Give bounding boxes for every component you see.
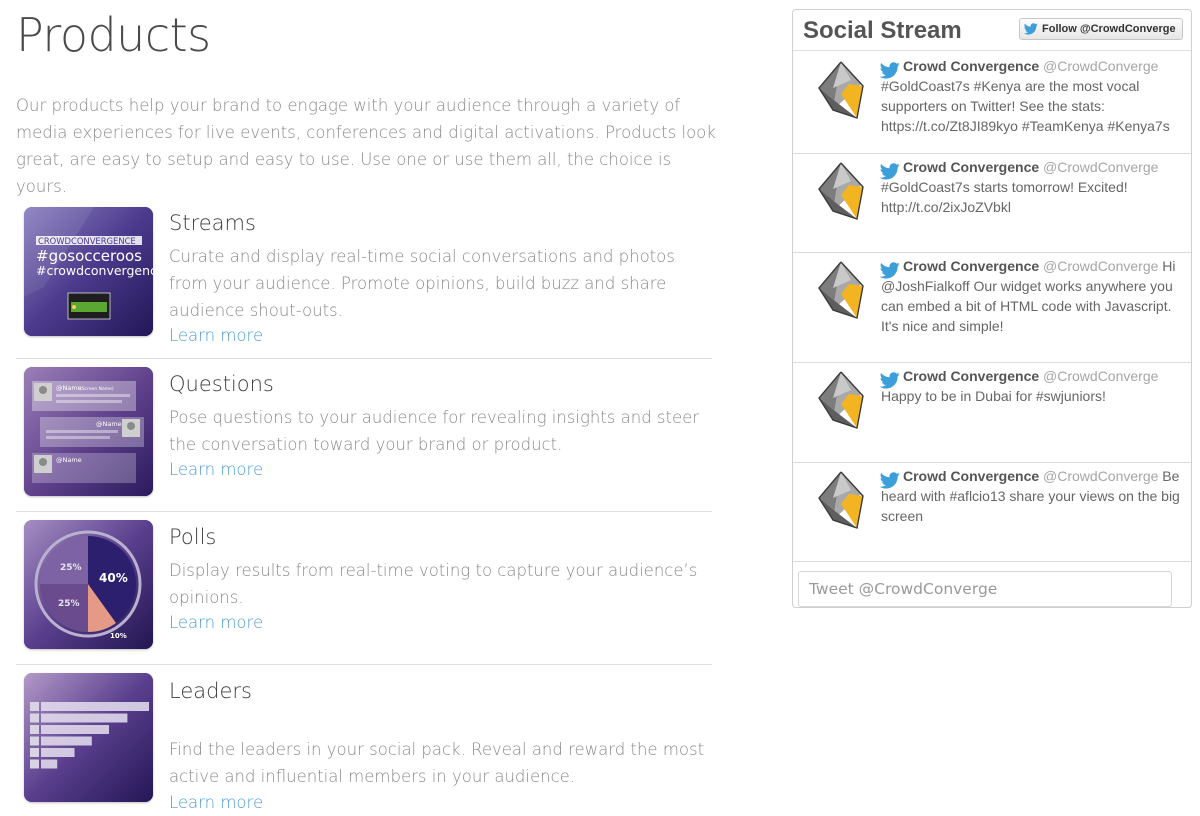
product-description: Find the leaders in your social pack. Re… — [169, 740, 705, 786]
tweet-body: Crowd Convergence @CrowdConverge #GoldCo… — [881, 157, 1181, 217]
tweet-text: #GoldCoast7s #Kenya are the most vocal s… — [881, 78, 1170, 134]
twitter-bird-icon — [1024, 23, 1038, 35]
thumb-name-3: @Name — [56, 456, 82, 464]
follow-button-label: Follow @CrowdConverge — [1042, 23, 1176, 35]
questions-thumbnail[interactable]: @Name (Screen Name) @Name @Name — [24, 367, 153, 496]
leaders-thumbnail[interactable] — [24, 673, 153, 802]
polls-thumbnail[interactable]: 25% 25% 40% 10% — [24, 520, 153, 649]
product-title: Leaders — [169, 679, 252, 703]
product-streams: CROWDCONVERGENCE #gosocceroos #crowdconv… — [16, 197, 712, 359]
learn-more-link[interactable]: Learn more — [169, 793, 263, 812]
tweet-author-handle[interactable]: @CrowdConverge — [1043, 368, 1158, 384]
product-title: Polls — [169, 525, 217, 549]
tweet-item[interactable]: Crowd Convergence @CrowdConverge Hi @Jos… — [793, 252, 1191, 363]
page-title: Products — [16, 8, 211, 62]
learn-more-link[interactable]: Learn more — [169, 326, 263, 345]
tweet-author-handle[interactable]: @CrowdConverge — [1043, 58, 1158, 74]
tweet-item[interactable]: Crowd Convergence @CrowdConverge #GoldCo… — [793, 52, 1191, 154]
crowdconvergence-logo-avatar[interactable] — [811, 58, 869, 122]
product-description: Pose questions to your audience for reve… — [169, 408, 700, 454]
thumb-brand-text: CROWDCONVERGENCE — [38, 236, 136, 246]
tweet-author-handle[interactable]: @CrowdConverge — [1043, 468, 1158, 484]
leader-avatar-icon — [30, 702, 39, 711]
leader-avatar-icon — [30, 759, 39, 769]
social-stream-title: Social Stream — [803, 17, 962, 44]
poll-slice-b: 25% — [58, 599, 80, 609]
product-polls: 25% 25% 40% 10% Polls Display results fr… — [16, 511, 712, 665]
tweet-item[interactable]: Crowd Convergence @CrowdConverge Happy t… — [793, 362, 1191, 463]
leader-avatar-icon — [30, 736, 39, 746]
leader-bar — [41, 713, 128, 723]
thumb-name-1: @Name — [56, 384, 82, 392]
intro-text: Our products help your brand to engage w… — [16, 96, 716, 196]
leader-bar — [41, 736, 92, 746]
social-stream-widget: Social Stream Follow @CrowdConverge Crow… — [792, 9, 1192, 608]
tweet-body: Crowd Convergence @CrowdConverge Hi @Jos… — [881, 256, 1181, 336]
tweet-item[interactable]: Crowd Convergence @CrowdConverge #GoldCo… — [793, 153, 1191, 253]
tweet-item[interactable]: Crowd Convergence @CrowdConverge Be hear… — [793, 462, 1191, 562]
tweet-author-name[interactable]: Crowd Convergence — [903, 368, 1039, 384]
thumb-tag-2: #crowdconvergence — [36, 263, 153, 278]
thumb-name-1-sub: (Screen Name) — [80, 386, 114, 392]
leader-avatar-icon — [30, 748, 39, 757]
tweet-author-name[interactable]: Crowd Convergence — [903, 468, 1039, 484]
product-description: Display results from real-time voting to… — [169, 561, 698, 607]
product-leaders: Leaders Find the leaders in your social … — [16, 664, 712, 816]
crowdconvergence-logo-avatar[interactable] — [811, 159, 869, 223]
tweet-author-name[interactable]: Crowd Convergence — [903, 58, 1039, 74]
crowdconvergence-logo-avatar[interactable] — [811, 468, 869, 532]
tweet-body: Crowd Convergence @CrowdConverge Happy t… — [881, 366, 1181, 406]
tweet-body: Crowd Convergence @CrowdConverge #GoldCo… — [881, 56, 1181, 136]
tweet-input[interactable] — [798, 571, 1172, 607]
learn-more-link[interactable]: Learn more — [169, 460, 263, 479]
tweet-body: Crowd Convergence @CrowdConverge Be hear… — [881, 466, 1181, 526]
poll-slice-a: 25% — [60, 563, 82, 573]
tweet-author-handle[interactable]: @CrowdConverge — [1043, 159, 1158, 175]
leader-bar — [41, 725, 109, 734]
streams-thumbnail[interactable]: CROWDCONVERGENCE #gosocceroos #crowdconv… — [24, 207, 153, 336]
leader-bar — [41, 702, 149, 711]
tweet-text: Happy to be in Dubai for #swjuniors! — [881, 388, 1106, 404]
leader-bar — [41, 759, 58, 769]
learn-more-link[interactable]: Learn more — [169, 613, 263, 632]
tweet-text: #GoldCoast7s starts tomorrow! Excited! h… — [881, 179, 1128, 215]
product-description: Curate and display real-time social conv… — [169, 247, 675, 320]
leader-bar — [41, 748, 75, 757]
thumb-name-2: @Name — [96, 420, 122, 428]
poll-slice-c: 40% — [99, 571, 128, 585]
follow-button[interactable]: Follow @CrowdConverge — [1019, 18, 1183, 40]
leader-avatar-icon — [30, 725, 39, 734]
tweet-author-name[interactable]: Crowd Convergence — [903, 159, 1039, 175]
crowdconvergence-logo-avatar[interactable] — [811, 368, 869, 432]
poll-slice-d: 10% — [110, 632, 127, 640]
product-title: Streams — [169, 211, 256, 235]
social-stream-header: Social Stream Follow @CrowdConverge — [793, 10, 1191, 51]
tweet-author-handle[interactable]: @CrowdConverge — [1043, 258, 1158, 274]
product-title: Questions — [169, 372, 274, 396]
leader-avatar-icon — [30, 713, 39, 723]
product-questions: @Name (Screen Name) @Name @Name Question… — [16, 358, 712, 512]
crowdconvergence-logo-avatar[interactable] — [811, 258, 869, 322]
tweet-author-name[interactable]: Crowd Convergence — [903, 258, 1039, 274]
